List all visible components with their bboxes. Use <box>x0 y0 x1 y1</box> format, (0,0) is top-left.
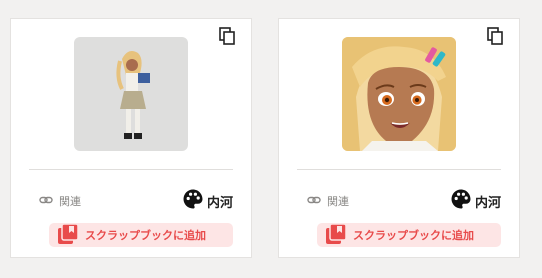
palette-icon <box>182 188 204 214</box>
card-meta: 関連 内河 <box>307 188 501 214</box>
artist-name: 内河 <box>206 195 233 211</box>
copy-icon[interactable] <box>487 27 503 45</box>
card-divider <box>297 169 501 170</box>
related-label: 関連 <box>327 195 349 208</box>
add-to-scrapbook-button[interactable]: スクラップブックに追加 <box>317 222 501 248</box>
link-icon <box>39 193 53 210</box>
artist-link[interactable]: 内河 <box>182 188 233 214</box>
artwork-thumbnail[interactable] <box>342 37 456 151</box>
artwork-card: 関連 内河 スクラップブックに追加 <box>278 18 520 258</box>
add-to-scrapbook-button[interactable]: スクラップブックに追加 <box>49 222 233 248</box>
copy-icon[interactable] <box>219 27 235 45</box>
card-meta: 関連 内河 <box>39 188 233 214</box>
card-divider <box>29 169 233 170</box>
related-link[interactable]: 関連 <box>39 193 81 210</box>
scrapbook-label: スクラップブックに追加 <box>85 229 206 242</box>
scrapbook-label: スクラップブックに追加 <box>353 229 474 242</box>
related-label: 関連 <box>59 195 81 208</box>
related-link[interactable]: 関連 <box>307 193 349 210</box>
artist-link[interactable]: 内河 <box>450 188 501 214</box>
palette-icon <box>450 188 472 214</box>
link-icon <box>307 193 321 210</box>
scrapbook-icon <box>325 222 347 248</box>
scrapbook-icon <box>57 222 79 248</box>
artist-name: 内河 <box>474 195 501 211</box>
artwork-card: 関連 内河 スクラップブックに追加 <box>10 18 252 258</box>
artwork-thumbnail[interactable] <box>74 37 188 151</box>
